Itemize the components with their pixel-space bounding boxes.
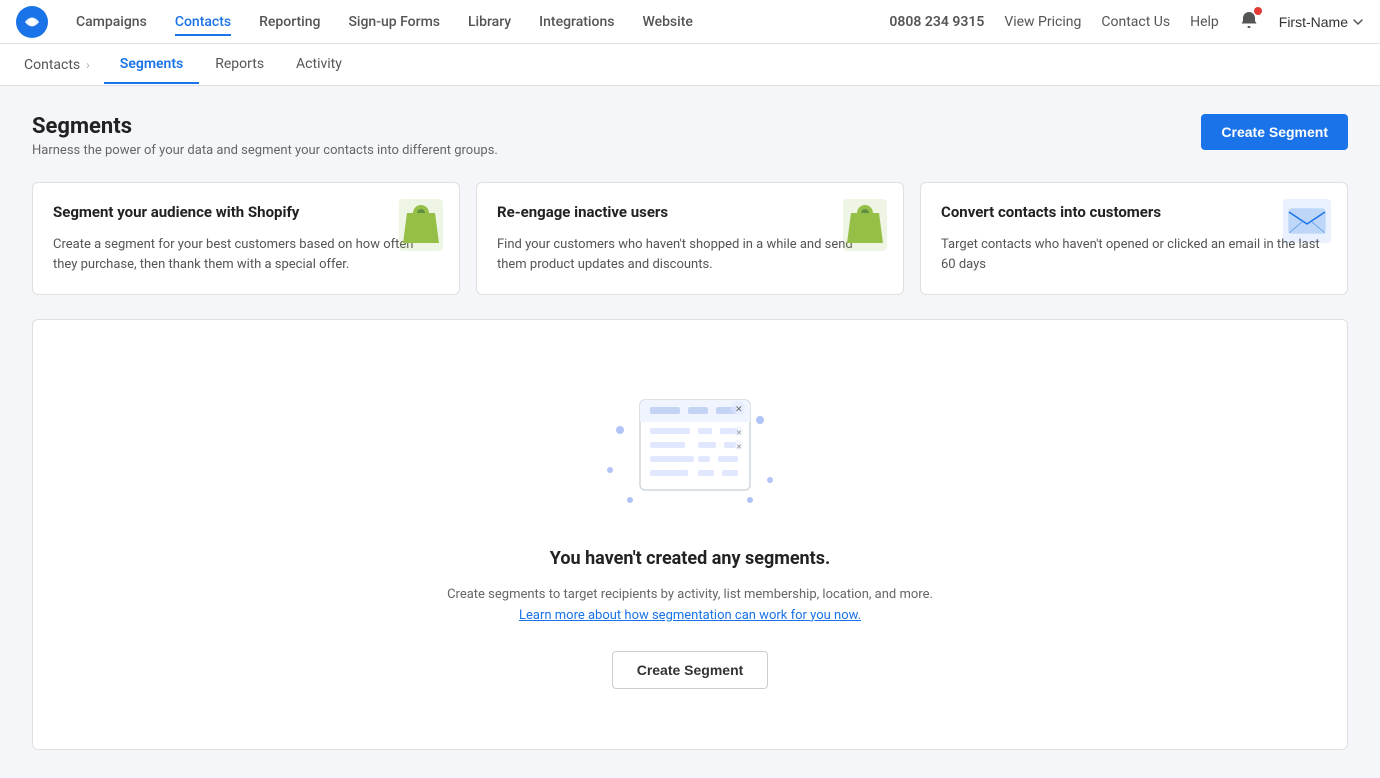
sub-nav-tabs: Segments Reports Activity — [104, 46, 358, 84]
help-link[interactable]: Help — [1190, 14, 1219, 30]
cards-row: Segment your audience with Shopify Creat… — [32, 182, 1348, 295]
top-nav: Campaigns Contacts Reporting Sign-up For… — [0, 0, 1380, 44]
contact-us-link[interactable]: Contact Us — [1101, 14, 1170, 30]
card-convert-contacts: Convert contacts into customers Target c… — [920, 182, 1348, 295]
nav-item-library[interactable]: Library — [468, 14, 511, 30]
nav-link-website[interactable]: Website — [642, 10, 692, 34]
nav-link-integrations[interactable]: Integrations — [539, 10, 614, 34]
phone-link[interactable]: 0808 234 9315 — [889, 14, 984, 30]
create-segment-button-center[interactable]: Create Segment — [612, 651, 769, 689]
nav-item-campaigns[interactable]: Campaigns — [76, 14, 147, 30]
email-envelope-icon — [1283, 199, 1331, 243]
notification-dot — [1254, 7, 1262, 15]
logo-area — [16, 6, 48, 38]
breadcrumb-separator: › — [86, 58, 90, 72]
card-title-2: Re-engage inactive users — [497, 203, 883, 221]
page-header-text: Segments Harness the power of your data … — [32, 114, 498, 158]
svg-text:✕: ✕ — [735, 405, 743, 415]
empty-state-title: You haven't created any segments. — [550, 548, 830, 569]
logo-icon — [16, 6, 48, 38]
nav-link-signup-forms[interactable]: Sign-up Forms — [348, 10, 440, 34]
shopify-bag-icon-2 — [843, 199, 887, 251]
notification-bell[interactable] — [1239, 10, 1259, 34]
segments-illustration: ✕ ✕ ✕ — [590, 380, 790, 520]
card-icon-email — [1283, 199, 1331, 247]
nav-item-integrations[interactable]: Integrations — [539, 14, 614, 30]
svg-text:✕: ✕ — [736, 443, 742, 451]
nav-item-reporting[interactable]: Reporting — [259, 14, 320, 30]
page-subtitle: Harness the power of your data and segme… — [32, 143, 498, 158]
user-name-label: First-Name — [1279, 14, 1348, 30]
nav-link-library[interactable]: Library — [468, 10, 511, 34]
nav-item-contacts[interactable]: Contacts — [175, 14, 231, 30]
empty-state-desc: Create segments to target recipients by … — [447, 585, 933, 627]
nav-item-signup-forms[interactable]: Sign-up Forms — [348, 14, 440, 30]
card-icon-shopify-2 — [843, 199, 887, 255]
shopify-bag-icon — [399, 199, 443, 251]
card-desc-3: Target contacts who haven't opened or cl… — [941, 235, 1327, 274]
page-content: Segments Harness the power of your data … — [0, 86, 1380, 778]
card-shopify-audience: Segment your audience with Shopify Creat… — [32, 182, 460, 295]
empty-state: ✕ ✕ ✕ You haven't created any segments. … — [32, 319, 1348, 750]
tab-activity[interactable]: Activity — [280, 46, 358, 84]
card-title-1: Segment your audience with Shopify — [53, 203, 439, 221]
tab-segments[interactable]: Segments — [104, 46, 199, 84]
user-name-button[interactable]: First-Name — [1279, 14, 1364, 30]
chevron-down-icon — [1352, 16, 1364, 28]
nav-item-website[interactable]: Website — [642, 14, 692, 30]
nav-link-reporting[interactable]: Reporting — [259, 10, 320, 34]
view-pricing-link[interactable]: View Pricing — [1004, 14, 1081, 30]
top-nav-left: Campaigns Contacts Reporting Sign-up For… — [16, 6, 693, 38]
empty-state-learn-more-link[interactable]: Learn more about how segmentation can wo… — [519, 608, 861, 623]
page-header: Segments Harness the power of your data … — [32, 114, 1348, 158]
create-segment-button-top[interactable]: Create Segment — [1201, 114, 1348, 150]
empty-state-desc-part1: Create segments to target recipients by … — [447, 587, 933, 602]
tab-reports[interactable]: Reports — [199, 46, 280, 84]
nav-link-contacts[interactable]: Contacts — [175, 10, 231, 36]
nav-links: Campaigns Contacts Reporting Sign-up For… — [76, 14, 693, 30]
empty-state-illustration: ✕ ✕ ✕ — [590, 380, 790, 524]
card-inactive-users: Re-engage inactive users Find your custo… — [476, 182, 904, 295]
card-desc-1: Create a segment for your best customers… — [53, 235, 439, 274]
svg-text:✕: ✕ — [736, 429, 742, 437]
breadcrumb-contacts[interactable]: Contacts — [24, 57, 80, 73]
page-title: Segments — [32, 114, 498, 139]
sub-nav: Contacts › Segments Reports Activity — [0, 44, 1380, 86]
card-title-3: Convert contacts into customers — [941, 203, 1327, 221]
top-nav-right: 0808 234 9315 View Pricing Contact Us He… — [889, 10, 1364, 34]
breadcrumb-area: Contacts › — [24, 57, 96, 73]
nav-link-campaigns[interactable]: Campaigns — [76, 10, 147, 34]
card-icon-shopify-1 — [399, 199, 443, 255]
card-desc-2: Find your customers who haven't shopped … — [497, 235, 883, 274]
